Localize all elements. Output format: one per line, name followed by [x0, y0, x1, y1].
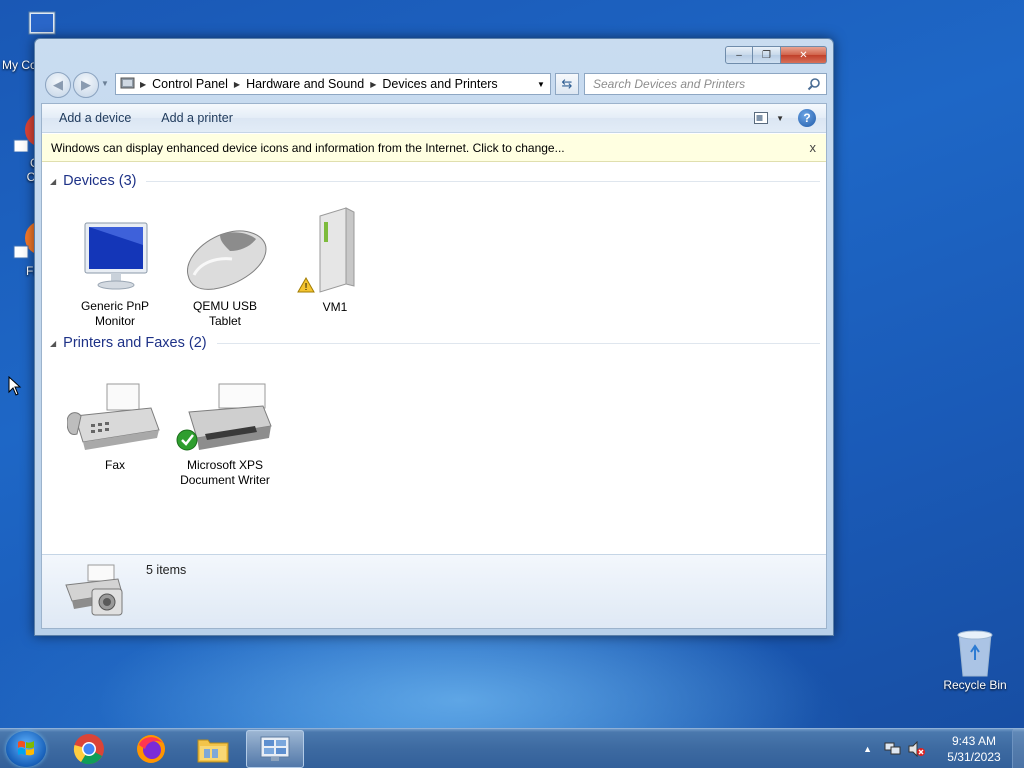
device-label-line1: Generic PnP [80, 299, 150, 313]
help-button[interactable]: ? [798, 109, 816, 127]
taskbar-chrome[interactable] [60, 730, 118, 768]
restore-icon: ❐ [762, 49, 771, 61]
change-view-button[interactable]: ▼ [754, 112, 784, 124]
printer-icon [176, 383, 272, 451]
clock[interactable]: 9:43 AM 5/31/2023 [938, 733, 1010, 765]
address-bar[interactable]: ▶ Control Panel ▶ Hardware and Sound ▶ D… [115, 73, 551, 95]
volume-muted-icon[interactable] [908, 741, 926, 757]
taskbar-firefox[interactable] [122, 730, 180, 768]
monitor-icon [84, 222, 148, 290]
device-label-line1: VM1 [322, 300, 348, 314]
collapse-triangle-icon[interactable]: ◢ [50, 339, 56, 348]
show-hidden-icons-button[interactable]: ▲ [863, 744, 872, 754]
chevron-down-icon: ▼ [776, 113, 784, 123]
close-button[interactable]: ✕ [781, 46, 827, 64]
info-bar[interactable]: Windows can display enhanced device icon… [42, 134, 826, 162]
close-icon: ✕ [799, 49, 808, 61]
group-divider [216, 342, 820, 344]
device-generic-pnp-monitor[interactable]: Generic PnP Monitor [60, 219, 170, 329]
system-tray: ▲ 9:43 AM 5/31/2023 [863, 729, 1024, 768]
add-device-button[interactable]: Add a device [42, 111, 145, 125]
svg-text:!: ! [305, 282, 308, 293]
firefox-icon [137, 735, 165, 763]
clock-date: 5/31/2023 [947, 750, 1001, 764]
info-bar-text[interactable]: Windows can display enhanced device icon… [51, 141, 565, 155]
mouse-icon [187, 230, 267, 290]
add-printer-button[interactable]: Add a printer [145, 111, 247, 125]
fax-icon [67, 383, 160, 450]
taskbar: ▲ 9:43 AM 5/31/2023 [0, 728, 1024, 768]
forward-button[interactable]: ▶ [73, 72, 99, 98]
toolbar-right: ▼ ? [754, 109, 816, 127]
desktop: My Co Go Chr Fir Recycle Bin – ❐ [0, 0, 1024, 728]
devices-and-printers-icon [65, 564, 123, 616]
back-arrow-icon: ◀ [53, 77, 63, 92]
refresh-icon: ⇆ [561, 76, 573, 91]
device-label-line2: Tablet [208, 314, 242, 328]
search-input[interactable]: Search Devices and Printers [584, 73, 827, 95]
minimize-icon: – [736, 49, 742, 61]
devices-group-title: Devices (3) [63, 173, 137, 189]
taskbar-file-explorer[interactable] [184, 730, 242, 768]
content-pane: Add a device Add a printer ▼ ? Windows c… [41, 103, 827, 629]
forward-arrow-icon: ▶ [81, 77, 91, 92]
window-controls: – ❐ ✕ [725, 46, 827, 64]
devices-group-header[interactable]: ◢ Devices (3) [50, 171, 820, 191]
chrome-icon [73, 734, 104, 765]
device-label-line1: QEMU USB [192, 299, 257, 313]
minimize-button[interactable]: – [725, 46, 753, 64]
breadcrumb-devices-and-printers[interactable]: Devices and Printers [376, 77, 503, 91]
desktop-icon-label: Recycle Bin [943, 678, 1007, 692]
printers-group-header[interactable]: ◢ Printers and Faxes (2) [50, 333, 820, 353]
help-icon: ? [803, 111, 811, 125]
printer-fax[interactable]: Fax [60, 382, 170, 473]
group-divider [146, 180, 820, 182]
printer-microsoft-xps-document-writer[interactable]: Microsoft XPS Document Writer [170, 382, 280, 488]
navigation-bar: ◀ ▶ ▼ ▶ Control Panel ▶ Hardware and Sou… [43, 71, 827, 98]
details-pane: 5 items [42, 554, 826, 628]
address-dropdown-button[interactable]: ▼ [532, 74, 550, 94]
refresh-button[interactable]: ⇆ [555, 73, 579, 95]
search-placeholder: Search Devices and Printers [593, 77, 746, 91]
info-bar-close-button[interactable]: x [810, 140, 817, 155]
devices-and-printers-icon [260, 736, 290, 761]
start-button[interactable] [6, 731, 46, 767]
devices-and-printers-window[interactable]: – ❐ ✕ ◀ ▶ ▼ ▶ Control Panel ▶ Hardware a… [34, 38, 834, 636]
control-panel-icon [116, 76, 140, 93]
chevron-down-icon: ▼ [537, 79, 545, 89]
printer-label-line1: Fax [104, 458, 125, 472]
show-desktop-button[interactable] [1012, 729, 1024, 768]
desktop-icon-recycle-bin[interactable]: Recycle Bin [940, 630, 1010, 692]
breadcrumb-control-panel[interactable]: Control Panel [146, 77, 234, 91]
command-bar: Add a device Add a printer ▼ ? [42, 104, 826, 133]
title-bar[interactable]: – ❐ ✕ [35, 39, 833, 69]
computer-tower-icon: ! [297, 207, 355, 293]
item-count: 5 items [146, 563, 187, 577]
taskbar-devices-and-printers[interactable] [246, 730, 304, 768]
collapse-triangle-icon[interactable]: ◢ [50, 177, 56, 186]
network-icon[interactable] [884, 741, 902, 757]
device-label-line2: Monitor [94, 314, 135, 328]
back-button[interactable]: ◀ [45, 72, 71, 98]
view-options-icon [754, 112, 769, 124]
search-icon[interactable] [807, 77, 821, 91]
recycle-bin-icon [953, 630, 997, 677]
device-qemu-usb-tablet[interactable]: QEMU USB Tablet [170, 219, 280, 329]
clock-time: 9:43 AM [951, 734, 997, 748]
printer-label-line2: Document Writer [180, 473, 270, 487]
file-explorer-icon [197, 739, 229, 763]
recent-pages-chevron-icon[interactable]: ▼ [101, 79, 109, 88]
printers-group-title: Printers and Faxes (2) [63, 335, 207, 351]
maximize-button[interactable]: ❐ [753, 46, 781, 64]
mouse-cursor-icon [8, 376, 22, 396]
printer-label-line1: Microsoft XPS [186, 458, 264, 472]
breadcrumb-hardware-and-sound[interactable]: Hardware and Sound [240, 77, 370, 91]
device-vm1[interactable]: ! VM1 [280, 204, 390, 315]
windows-logo-icon [18, 740, 34, 756]
